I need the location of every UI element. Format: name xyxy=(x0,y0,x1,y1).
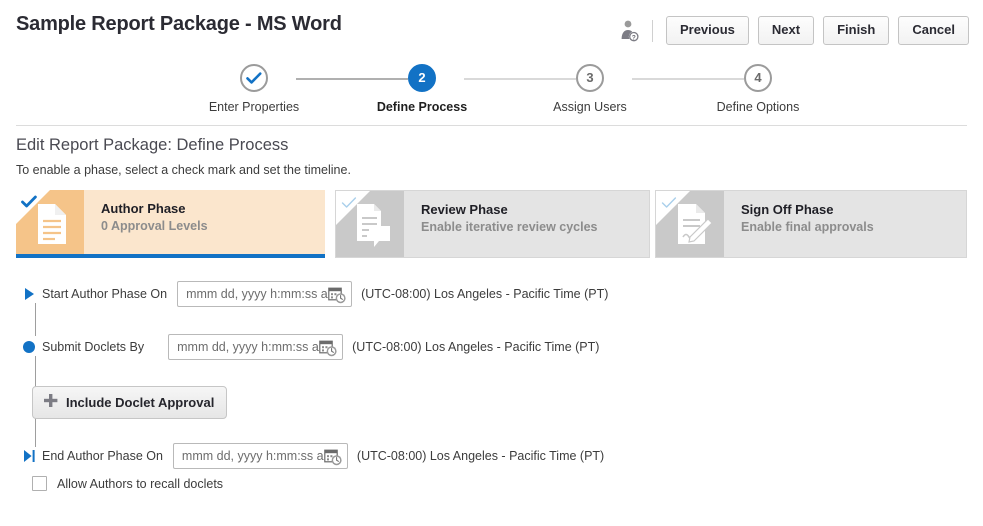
row-label: Submit Doclets By xyxy=(42,340,145,354)
filled-circle-icon xyxy=(16,338,42,356)
page-title: Sample Report Package - MS Word xyxy=(16,13,342,35)
page-header: Sample Report Package - MS Word ? Previo… xyxy=(0,0,983,56)
calendar-clock-icon[interactable] xyxy=(324,448,342,466)
header-rule xyxy=(16,125,967,126)
step-3-circle: 3 xyxy=(576,64,604,92)
section-heading: Edit Report Package: Define Process To e… xyxy=(16,136,351,177)
phase-subtitle: Enable iterative review cycles xyxy=(421,220,598,234)
start-author-phase-date-input[interactable] xyxy=(184,283,331,305)
phase-title: Author Phase xyxy=(101,201,186,216)
step-1-label: Enter Properties xyxy=(208,100,300,114)
end-author-phase-date-field[interactable] xyxy=(172,443,348,469)
svg-text:?: ? xyxy=(632,34,636,41)
include-doclet-approval-label: Include Doclet Approval xyxy=(66,394,215,410)
phase-subtitle: 0 Approval Levels xyxy=(101,219,208,233)
step-assign-users[interactable]: 3 Assign Users xyxy=(520,64,660,114)
step-2-circle: 2 xyxy=(408,64,436,92)
timeline-row-submit-doclets-by: Submit Doclets By (UTC-08:00) L xyxy=(16,333,599,361)
timezone-label: (UTC-08:00) Los Angeles - Pacific Time (… xyxy=(361,287,609,301)
check-icon[interactable] xyxy=(341,196,357,210)
finish-button[interactable]: Finish xyxy=(823,16,890,45)
cancel-button[interactable]: Cancel xyxy=(898,16,969,45)
check-icon[interactable] xyxy=(21,195,37,209)
timezone-label: (UTC-08:00) Los Angeles - Pacific Time (… xyxy=(352,340,600,354)
allow-recall-checkbox[interactable] xyxy=(32,476,47,491)
document-icon xyxy=(16,190,84,258)
timeline-row-end-author-phase: End Author Phase On (UTC-08:00) xyxy=(16,442,604,470)
plus-icon xyxy=(43,393,58,411)
phase-card-review[interactable]: Review Phase Enable iterative review cyc… xyxy=(335,190,650,258)
submit-doclets-by-date-field[interactable] xyxy=(168,334,344,360)
step-define-options[interactable]: 4 Define Options xyxy=(688,64,828,114)
next-button[interactable]: Next xyxy=(757,16,815,45)
user-question-icon[interactable]: ? xyxy=(619,19,641,43)
play-triangle-icon xyxy=(16,285,42,303)
check-icon[interactable] xyxy=(661,196,677,210)
start-author-phase-date-field[interactable] xyxy=(177,281,353,307)
phase-card-body: Author Phase 0 Approval Levels xyxy=(84,190,325,258)
calendar-clock-icon[interactable] xyxy=(328,286,346,304)
phase-title: Review Phase xyxy=(421,202,508,217)
row-label: End Author Phase On xyxy=(42,449,163,463)
phase-subtitle: Enable final approvals xyxy=(741,220,874,234)
step-2-label: Define Process xyxy=(376,100,468,114)
document-signature-icon xyxy=(656,191,724,257)
include-doclet-approval-button[interactable]: Include Doclet Approval xyxy=(32,386,228,419)
phase-card-list: Author Phase 0 Approval Levels Review Ph… xyxy=(16,190,967,262)
section-title: Edit Report Package: Define Process xyxy=(16,136,289,154)
submit-doclets-by-date-input[interactable] xyxy=(175,336,322,358)
wizard-stepper: Enter Properties 2 Define Process 3 Assi… xyxy=(0,56,983,124)
phase-card-body: Review Phase Enable iterative review cyc… xyxy=(404,191,649,257)
header-separator xyxy=(651,19,653,42)
step-3-label: Assign Users xyxy=(553,100,627,114)
step-1-circle xyxy=(240,64,268,92)
phase-title: Sign Off Phase xyxy=(741,202,834,217)
section-subtitle: To enable a phase, select a check mark a… xyxy=(16,163,351,177)
step-define-process[interactable]: 2 Define Process xyxy=(352,64,492,114)
allow-recall-row: Allow Authors to recall doclets xyxy=(32,476,223,491)
row-label: Start Author Phase On xyxy=(42,287,168,301)
previous-button[interactable]: Previous xyxy=(665,16,749,45)
end-triangle-bar-icon xyxy=(16,447,42,465)
step-enter-properties[interactable]: Enter Properties xyxy=(184,64,324,114)
active-phase-underline xyxy=(16,254,325,258)
timezone-label: (UTC-08:00) Los Angeles - Pacific Time (… xyxy=(356,449,605,463)
calendar-clock-icon[interactable] xyxy=(319,339,337,357)
allow-recall-label: Allow Authors to recall doclets xyxy=(57,476,224,491)
phase-card-signoff[interactable]: Sign Off Phase Enable final approvals xyxy=(655,190,967,258)
phase-card-body: Sign Off Phase Enable final approvals xyxy=(724,191,966,257)
step-4-circle: 4 xyxy=(744,64,772,92)
header-actions: ? Previous Next Finish Cancel xyxy=(619,16,969,45)
document-comment-icon xyxy=(336,191,404,257)
step-4-label: Define Options xyxy=(716,100,800,114)
phase-card-author[interactable]: Author Phase 0 Approval Levels xyxy=(16,190,325,258)
timeline-row-start-author-phase: Start Author Phase On (UTC-08:0 xyxy=(16,280,608,308)
end-author-phase-date-input[interactable] xyxy=(179,445,326,467)
